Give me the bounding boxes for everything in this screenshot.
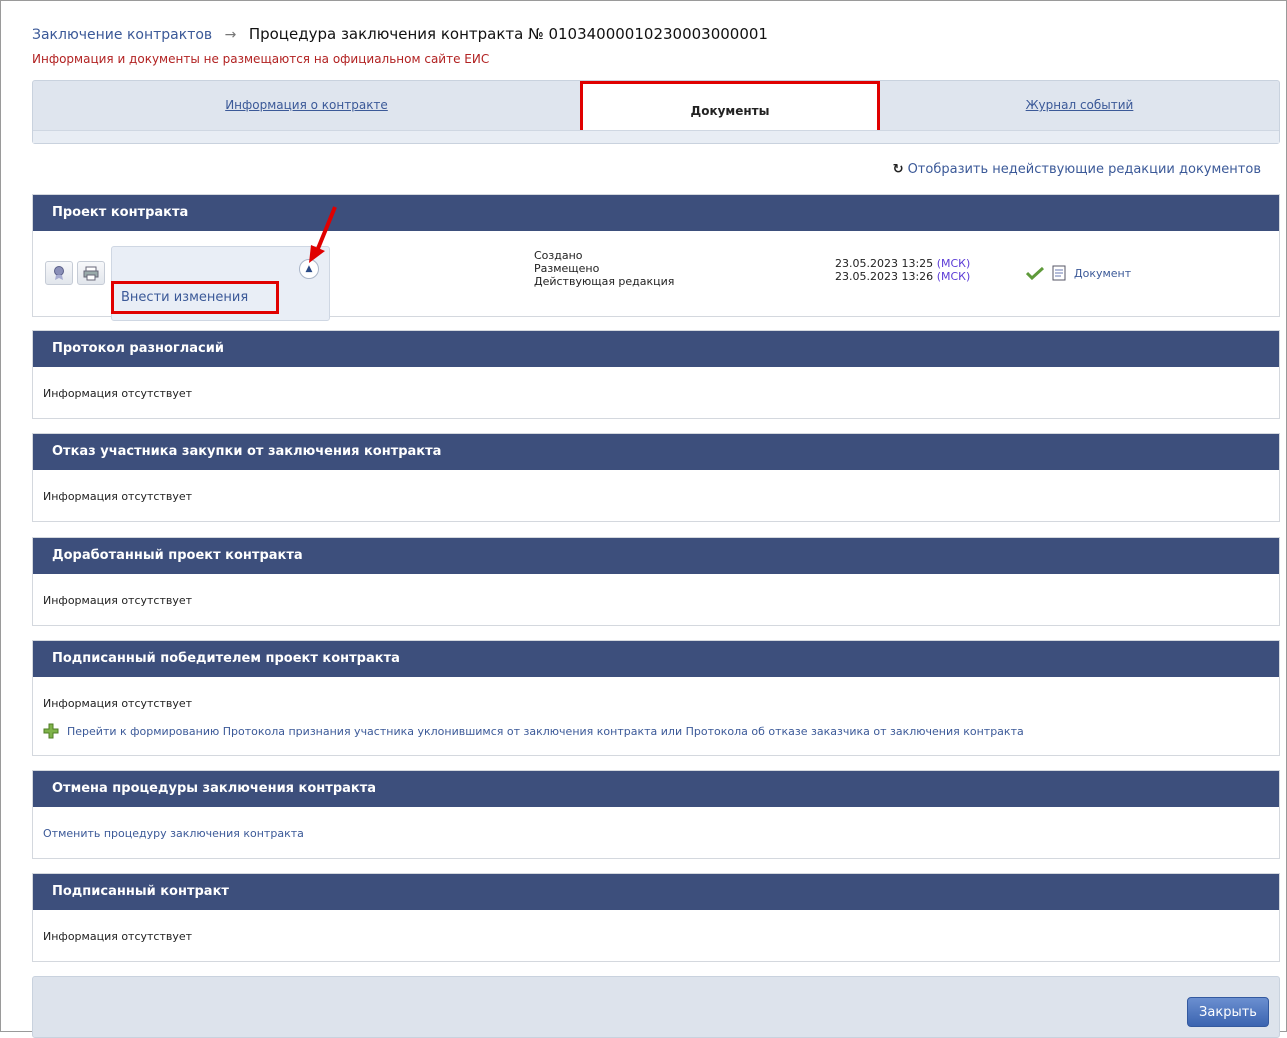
plus-icon — [43, 723, 59, 739]
tab-strip — [33, 130, 1279, 143]
empty-message: Информация отсутствует — [43, 594, 193, 607]
date-created: 23.05.2023 13:25 (МСК) — [835, 257, 971, 270]
document-icon — [1052, 265, 1066, 281]
section-title: Подписанный победителем проект контракта — [33, 641, 1279, 677]
page-title: Процедура заключения контракта № 0103400… — [248, 25, 768, 43]
tab-documents[interactable]: Документы — [580, 81, 880, 135]
date-published: 23.05.2023 13:26 (МСК) — [835, 270, 971, 283]
cancel-procedure-link[interactable]: Отменить процедуру заключения контракта — [43, 827, 304, 840]
breadcrumb: Заключение контрактов → Процедура заключ… — [32, 25, 768, 43]
printer-icon — [83, 266, 99, 281]
checkmark-icon — [1026, 266, 1044, 280]
seal-icon — [54, 266, 64, 280]
show-inactive-label: Отобразить недействующие редакции докуме… — [907, 162, 1261, 177]
section-title: Доработанный проект контракта — [33, 538, 1279, 574]
date-list: 23.05.2023 13:25 (МСК) 23.05.2023 13:26 … — [835, 257, 970, 283]
section-signed-by-winner: Подписанный победителем проект контракта… — [32, 640, 1280, 756]
status-created: Создано — [534, 249, 583, 262]
empty-message: Информация отсутствует — [43, 387, 193, 400]
status-current: Действующая редакция — [534, 275, 675, 288]
empty-message: Информация отсутствует — [43, 697, 193, 710]
publication-warning: Информация и документы не размещаются на… — [32, 52, 490, 66]
tab-bar: Информация о контракте Документы Журнал … — [32, 80, 1280, 144]
status-published: Размещено — [534, 262, 600, 275]
show-inactive-link[interactable]: ↻ Отобразить недействующие редакции докум… — [893, 162, 1261, 177]
section-signed: Подписанный контракт Информация отсутств… — [32, 873, 1280, 962]
footer-bar: Закрыть — [32, 976, 1280, 1038]
refresh-icon: ↻ — [892, 162, 904, 177]
tab-contract-info[interactable]: Информация о контракте — [33, 81, 580, 129]
section-title: Отказ участника закупки от заключения ко… — [33, 434, 1279, 470]
tab-event-log[interactable]: Журнал событий — [880, 81, 1279, 129]
annotation-arrow-icon — [309, 206, 337, 263]
breadcrumb-parent-link[interactable]: Заключение контрактов — [32, 27, 212, 43]
section-title: Подписанный контракт — [33, 874, 1279, 910]
document-link[interactable]: Документ — [1074, 267, 1131, 280]
close-button[interactable]: Закрыть — [1187, 997, 1269, 1027]
section-title: Проект контракта — [33, 195, 1279, 231]
signature-button[interactable] — [45, 261, 73, 285]
status-list: Создано Размещено Действующая редакция — [534, 249, 674, 288]
empty-message: Информация отсутствует — [43, 490, 193, 503]
section-project: Проект контракта ▲ Внести изменения Созд… — [32, 194, 1280, 321]
section-revised: Доработанный проект контракта Информация… — [32, 537, 1280, 626]
make-changes-button[interactable]: Внести изменения — [111, 281, 279, 314]
breadcrumb-arrow-icon: → — [224, 27, 237, 43]
section-title: Протокол разногласий — [33, 331, 1279, 367]
print-button[interactable] — [77, 261, 105, 285]
document-ref: Документ — [1026, 265, 1131, 281]
empty-message: Информация отсутствует — [43, 930, 193, 943]
section-body: ▲ Внести изменения Создано Размещено Дей… — [33, 231, 1279, 321]
section-refusal: Отказ участника закупки от заключения ко… — [32, 433, 1280, 522]
actions-popup: ▲ Внести изменения — [111, 246, 330, 321]
section-title: Отмена процедуры заключения контракта — [33, 771, 1279, 807]
evasion-protocol-link[interactable]: Перейти к формированию Протокола признан… — [43, 723, 1024, 739]
section-disagreements: Протокол разногласий Информация отсутств… — [32, 330, 1280, 419]
section-cancel: Отмена процедуры заключения контракта От… — [32, 770, 1280, 859]
